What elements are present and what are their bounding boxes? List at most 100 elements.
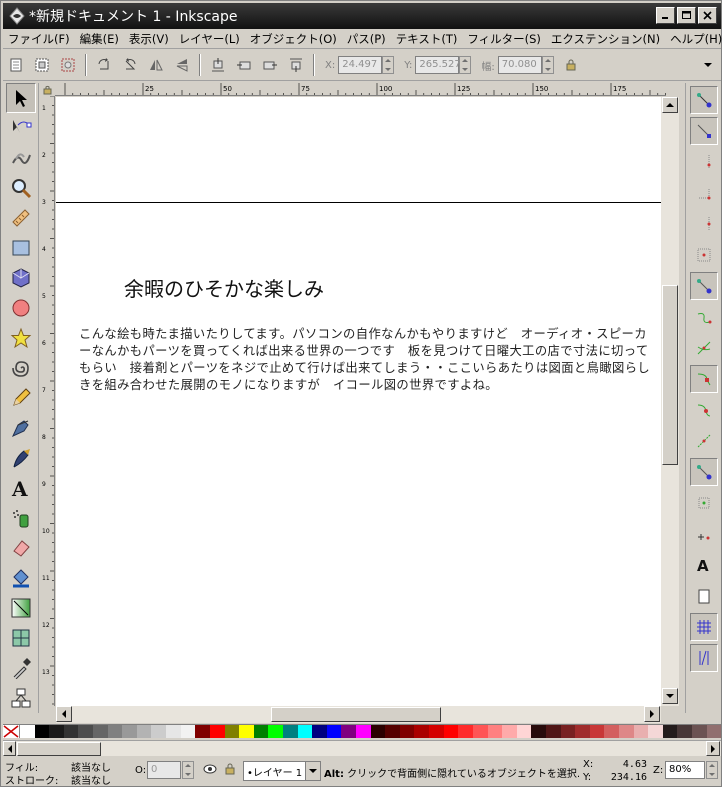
snap-paths[interactable] — [690, 303, 718, 331]
color-swatch[interactable] — [312, 725, 327, 738]
rotate-cw-button[interactable] — [118, 53, 142, 77]
color-swatch[interactable] — [341, 725, 357, 738]
snap-page-border[interactable] — [690, 582, 718, 610]
color-swatch[interactable] — [326, 725, 342, 738]
node-tool[interactable] — [6, 113, 36, 143]
menu-view[interactable]: 表示(V) — [124, 31, 174, 47]
color-swatch[interactable] — [166, 725, 181, 738]
color-swatch[interactable] — [648, 725, 663, 738]
lower-button[interactable] — [232, 53, 256, 77]
select-all-button[interactable] — [4, 53, 28, 77]
close-button[interactable] — [698, 7, 717, 24]
menu-extensions[interactable]: エクステンション(N) — [546, 31, 665, 47]
color-swatch[interactable] — [531, 725, 546, 738]
color-swatch[interactable] — [472, 725, 488, 738]
select-all-layers-button[interactable] — [30, 53, 54, 77]
toolbar-overflow-button[interactable] — [696, 53, 720, 77]
color-swatch[interactable] — [575, 725, 590, 738]
selector-tool[interactable] — [6, 83, 36, 113]
snap-object-midpoints[interactable] — [690, 489, 718, 517]
vertical-ruler[interactable]: 1 2 3 4 5 6 7 8 9 10 11 12 13 — [41, 96, 55, 706]
snap-rotation-center[interactable] — [690, 520, 718, 548]
width-spin-buttons[interactable] — [541, 56, 554, 74]
color-swatch[interactable] — [195, 725, 210, 738]
color-swatch[interactable] — [253, 725, 269, 738]
color-swatch[interactable] — [122, 725, 137, 738]
scroll-down-arrow[interactable] — [662, 688, 678, 704]
star-tool[interactable] — [6, 323, 36, 353]
snap-bbox[interactable] — [690, 117, 718, 145]
snap-grid[interactable] — [690, 613, 718, 641]
flip-vertical-button[interactable] — [170, 53, 194, 77]
layer-dropdown[interactable]: •レイヤー 1 — [243, 761, 321, 781]
drawing-canvas[interactable]: 余暇のひそかな楽しみ こんな絵も時たま描いたりしてます。パソコンの自作なんかもや… — [56, 97, 661, 706]
color-swatch[interactable] — [78, 725, 94, 738]
palette-scroll-thumb[interactable] — [17, 742, 101, 756]
color-swatch[interactable] — [618, 725, 634, 738]
zoom-spin-buttons[interactable] — [706, 761, 718, 779]
no-paint-swatch[interactable] — [3, 725, 20, 738]
color-swatch[interactable] — [516, 725, 532, 738]
menu-filters[interactable]: フィルター(S) — [462, 31, 546, 47]
connector-tool[interactable] — [6, 683, 36, 713]
horizontal-scroll-thumb[interactable] — [271, 707, 441, 722]
y-spin-buttons[interactable] — [459, 56, 472, 74]
text-tool[interactable]: A — [6, 473, 36, 503]
pen-tool[interactable] — [6, 413, 36, 443]
spray-tool[interactable] — [6, 503, 36, 533]
color-swatch[interactable] — [268, 725, 283, 738]
color-swatch[interactable] — [107, 725, 123, 738]
color-swatch[interactable] — [63, 725, 79, 738]
palette-scrollbar[interactable] — [3, 740, 721, 756]
menu-object[interactable]: オブジェクト(O) — [245, 31, 342, 47]
color-swatch[interactable] — [356, 725, 371, 738]
scroll-right-arrow[interactable] — [644, 706, 660, 722]
tweak-tool[interactable] — [6, 143, 36, 173]
document-title-text[interactable]: 余暇のひそかな楽しみ — [124, 273, 324, 302]
ellipse-tool[interactable] — [6, 293, 36, 323]
stroke-value[interactable]: 該当なし — [71, 772, 111, 787]
dropper-tool[interactable] — [6, 653, 36, 683]
menu-text[interactable]: テキスト(T) — [391, 31, 463, 47]
color-swatch[interactable] — [560, 725, 576, 738]
color-swatch[interactable] — [20, 725, 35, 738]
snap-path-intersections[interactable] — [690, 334, 718, 362]
color-swatch[interactable] — [34, 725, 50, 738]
palette-scroll-right[interactable] — [706, 741, 720, 756]
opacity-input[interactable]: 0 — [147, 761, 181, 779]
lock-ratio-button[interactable] — [559, 53, 583, 77]
menu-file[interactable]: ファイル(F) — [3, 31, 75, 47]
color-swatch[interactable] — [545, 725, 561, 738]
layer-lock-toggle[interactable] — [224, 762, 236, 779]
paint-bucket-tool[interactable] — [6, 563, 36, 593]
mesh-tool[interactable] — [6, 623, 36, 653]
color-swatch[interactable] — [604, 725, 619, 738]
menu-layer[interactable]: レイヤー(L) — [174, 31, 245, 47]
color-swatch[interactable] — [151, 725, 167, 738]
snap-bbox-midpoint[interactable] — [690, 210, 718, 238]
eraser-tool[interactable] — [6, 533, 36, 563]
horizontal-ruler[interactable]: 25 50 75 100 125 150 175 — [55, 83, 666, 96]
color-swatch[interactable] — [706, 725, 722, 738]
raise-to-top-button[interactable] — [284, 53, 308, 77]
opacity-spin-buttons[interactable] — [182, 761, 194, 779]
color-swatch[interactable] — [662, 725, 678, 738]
maximize-button[interactable] — [677, 7, 696, 24]
color-swatch[interactable] — [282, 725, 298, 738]
gradient-tool[interactable] — [6, 593, 36, 623]
color-swatch[interactable] — [502, 725, 517, 738]
color-swatch[interactable] — [429, 725, 444, 738]
snap-line-midpoints[interactable] — [690, 427, 718, 455]
document-body-text[interactable]: こんな絵も時たま描いたりしてます。パソコンの自作なんかもやりますけど オーディオ… — [79, 326, 659, 394]
pencil-tool[interactable] — [6, 383, 36, 413]
color-swatch[interactable] — [49, 725, 64, 738]
color-swatch[interactable] — [370, 725, 386, 738]
color-swatch[interactable] — [239, 725, 254, 738]
layer-dropdown-arrow[interactable] — [305, 762, 320, 780]
x-coordinate-input[interactable]: 24.497 — [338, 56, 383, 74]
vertical-scrollbar[interactable] — [661, 97, 679, 706]
color-swatch[interactable] — [633, 725, 649, 738]
color-swatch[interactable] — [224, 725, 240, 738]
snap-bbox-center[interactable] — [690, 241, 718, 269]
menu-path[interactable]: パス(P) — [342, 31, 391, 47]
